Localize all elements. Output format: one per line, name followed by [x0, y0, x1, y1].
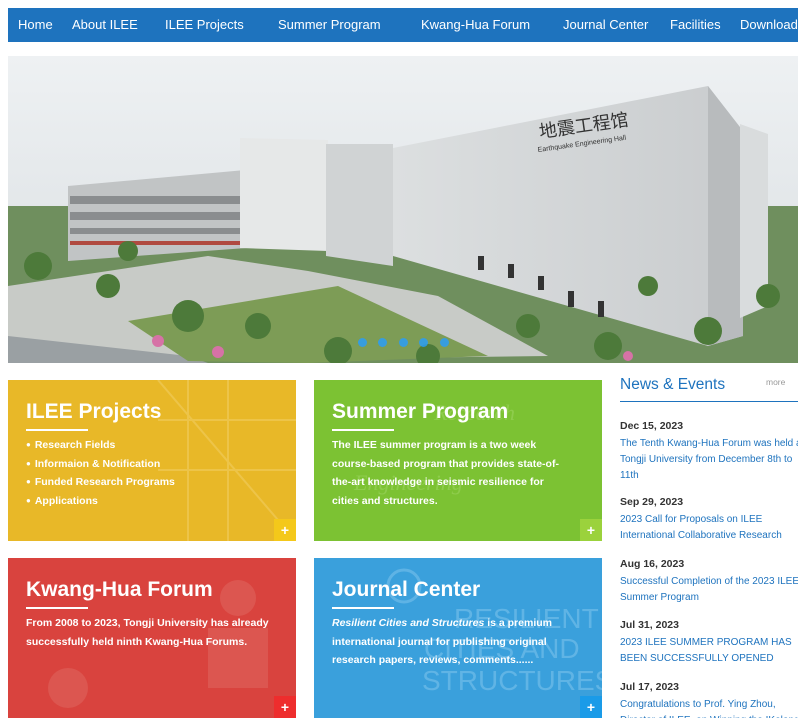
link-funded-research-programs[interactable]: Funded Research Programs	[26, 473, 175, 492]
news-item: Sep 29, 2023 2023 Call for Proposals on …	[620, 494, 798, 544]
news-date: Dec 15, 2023	[620, 420, 684, 432]
news-events-title: News & Events	[620, 376, 726, 393]
news-date: Jul 31, 2023	[620, 619, 679, 631]
news-date: Jul 17, 2023	[620, 681, 679, 693]
news-date: Aug 16, 2023	[620, 558, 685, 570]
carousel-indicators	[358, 334, 456, 347]
kwang-hua-forum-title: Kwang-Hua Forum	[26, 578, 213, 601]
kwang-hua-forum-more-button[interactable]: +	[274, 696, 296, 718]
news-more-link[interactable]: more	[766, 377, 785, 387]
nav-summer-program[interactable]: Summer Program	[278, 8, 381, 42]
link-research-fields[interactable]: Research Fields	[26, 436, 175, 455]
title-underline	[332, 429, 394, 431]
nav-download[interactable]: Download	[740, 8, 798, 42]
news-item: Jul 17, 2023 Congratulations to Prof. Yi…	[620, 679, 798, 718]
carousel-dot-5[interactable]	[439, 338, 449, 347]
news-link[interactable]: Congratulations to Prof. Ying Zhou, Dire…	[620, 697, 798, 718]
kwang-hua-forum-card[interactable]: Kwang-Hua Forum From 2008 to 2023, Tongj…	[8, 558, 296, 718]
news-item: Dec 15, 2023 The Tenth Kwang-Hua Forum w…	[620, 418, 798, 484]
journal-bg-text-3: STRUCTURES	[422, 665, 602, 696]
link-information-notification[interactable]: Informaion & Notification	[26, 455, 175, 474]
carousel-dot-4[interactable]	[419, 338, 429, 347]
title-underline	[332, 607, 394, 609]
title-underline	[26, 607, 88, 609]
ilee-projects-title: ILEE Projects	[26, 400, 162, 423]
summer-program-card[interactable]: Research Engineering Summer Program The I…	[314, 380, 602, 541]
journal-center-card[interactable]: RESILIENT CITIES AND STRUCTURES Journal …	[314, 558, 602, 718]
journal-center-more-button[interactable]: +	[580, 696, 602, 718]
news-link[interactable]: Successful Completion of the 2023 ILEE S…	[620, 574, 798, 606]
news-item: Jul 31, 2023 2023 ILEE SUMMER PROGRAM HA…	[620, 617, 798, 667]
carousel-dot-3[interactable]	[398, 338, 408, 347]
news-link[interactable]: 2023 ILEE SUMMER PROGRAM HAS BEEN SUCCES…	[620, 635, 798, 667]
news-link[interactable]: The Tenth Kwang-Hua Forum was held at To…	[620, 436, 798, 484]
carousel-dot-2[interactable]	[378, 338, 388, 347]
ilee-projects-list: Research Fields Informaion & Notificatio…	[26, 436, 175, 510]
ilee-projects-card[interactable]: ILEE Projects Research Fields Informaion…	[8, 380, 296, 541]
ilee-projects-more-button[interactable]: +	[274, 519, 296, 541]
news-item: Aug 16, 2023 Successful Completion of th…	[620, 556, 798, 606]
kwang-hua-forum-description: From 2008 to 2023, Tongji University has…	[26, 617, 269, 648]
nav-kwang-hua-forum[interactable]: Kwang-Hua Forum	[421, 8, 530, 42]
title-underline	[26, 429, 88, 431]
news-divider	[620, 401, 798, 402]
nav-journal-center[interactable]: Journal Center	[563, 8, 648, 42]
carousel-dot-1[interactable]	[358, 338, 367, 347]
journal-center-description: Resilient Cities and Structures is a pre…	[332, 614, 582, 670]
news-link[interactable]: 2023 Call for Proposals on ILEE Internat…	[620, 512, 798, 544]
hero-building-photo: 地震工程馆 Earthquake Engineering Hall	[8, 56, 798, 363]
nav-about-ilee[interactable]: About ILEE	[72, 8, 138, 42]
summer-program-description: The ILEE summer program is a two week co…	[332, 439, 559, 507]
nav-ilee-projects[interactable]: ILEE Projects	[165, 8, 244, 42]
journal-center-title: Journal Center	[332, 578, 481, 601]
summer-program-title: Summer Program	[332, 400, 509, 423]
nav-facilities[interactable]: Facilities	[670, 8, 721, 42]
hero-banner: 地震工程馆 Earthquake Engineering Hall	[8, 56, 798, 363]
top-navigation-bar: Home About ILEE ILEE Projects Summer Pro…	[8, 8, 798, 42]
summer-program-more-button[interactable]: +	[580, 519, 602, 541]
news-date: Sep 29, 2023	[620, 496, 684, 508]
nav-home[interactable]: Home	[18, 8, 53, 42]
journal-name: Resilient Cities and Structures	[332, 617, 485, 629]
link-applications[interactable]: Applications	[26, 492, 175, 511]
